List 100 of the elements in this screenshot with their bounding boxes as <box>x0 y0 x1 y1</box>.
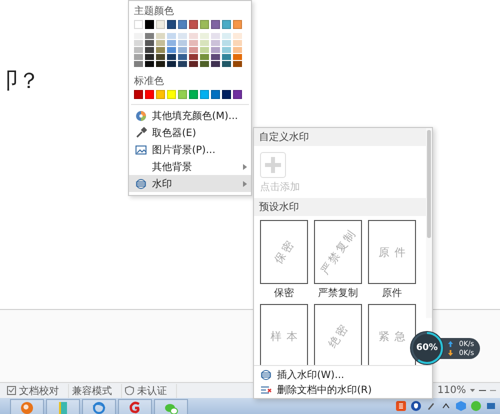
color-swatch[interactable] <box>222 40 231 46</box>
color-swatch[interactable] <box>156 47 165 53</box>
color-swatch[interactable] <box>189 20 198 29</box>
color-swatch[interactable] <box>233 61 242 67</box>
zoom-out-icon[interactable] <box>479 389 486 392</box>
color-swatch[interactable] <box>178 33 187 39</box>
color-swatch[interactable] <box>134 33 143 39</box>
menu-item[interactable]: 其他填充颜色(M)... <box>129 107 251 124</box>
color-swatch[interactable] <box>167 33 176 39</box>
speed-meter[interactable]: 60% <box>410 331 444 365</box>
status-item[interactable]: 未认证 <box>137 384 167 398</box>
color-swatch[interactable] <box>211 20 220 29</box>
color-swatch[interactable] <box>200 47 209 53</box>
menu-item[interactable]: 水印 <box>129 175 251 192</box>
color-swatch[interactable] <box>178 40 187 46</box>
color-swatch[interactable] <box>167 20 176 29</box>
shield-icon[interactable] <box>411 401 421 411</box>
color-swatch[interactable] <box>134 40 143 46</box>
color-swatch[interactable] <box>134 54 143 60</box>
color-swatch[interactable] <box>167 61 176 67</box>
color-swatch[interactable] <box>178 47 187 53</box>
color-swatch[interactable] <box>156 40 165 46</box>
color-swatch[interactable] <box>233 54 242 60</box>
color-swatch[interactable] <box>145 40 154 46</box>
document-check-icon[interactable] <box>7 386 16 395</box>
color-swatch[interactable] <box>178 54 187 60</box>
add-watermark-button[interactable] <box>260 152 286 178</box>
color-swatch[interactable] <box>189 54 198 60</box>
status-item[interactable]: 文档校对 <box>19 384 59 398</box>
color-swatch[interactable] <box>200 54 209 60</box>
color-swatch[interactable] <box>189 40 198 46</box>
color-swatch[interactable] <box>222 61 231 67</box>
color-swatch[interactable] <box>145 61 154 67</box>
caret-icon[interactable] <box>470 389 475 392</box>
input-method-icon[interactable] <box>396 401 406 411</box>
color-swatch[interactable] <box>211 54 220 60</box>
color-swatch[interactable] <box>167 40 176 46</box>
color-swatch[interactable] <box>178 90 187 99</box>
color-swatch[interactable] <box>211 33 220 39</box>
color-swatch[interactable] <box>200 33 209 39</box>
color-swatch[interactable] <box>145 33 154 39</box>
color-swatch[interactable] <box>189 47 198 53</box>
color-swatch[interactable] <box>200 20 209 29</box>
percent-text: 60% <box>416 343 438 353</box>
caret-icon[interactable] <box>441 401 451 411</box>
color-swatch[interactable] <box>145 54 154 60</box>
color-swatch[interactable] <box>134 61 143 67</box>
color-swatch[interactable] <box>200 40 209 46</box>
color-swatch[interactable] <box>145 20 154 29</box>
color-swatch[interactable] <box>222 90 231 99</box>
color-swatch[interactable] <box>156 90 165 99</box>
menu-item[interactable]: 插入水印(W)... <box>254 367 432 382</box>
color-swatch[interactable] <box>134 47 143 53</box>
zoom-level[interactable]: 110% <box>437 385 466 396</box>
color-swatch[interactable] <box>222 54 231 60</box>
color-swatch[interactable] <box>233 33 242 39</box>
color-swatch[interactable] <box>222 20 231 29</box>
shield-icon[interactable] <box>125 386 134 395</box>
color-swatch[interactable] <box>189 61 198 67</box>
color-swatch[interactable] <box>156 33 165 39</box>
chat-bubble-icon[interactable] <box>471 401 481 411</box>
color-swatch[interactable] <box>233 20 242 29</box>
circle-app-icon[interactable] <box>20 400 34 414</box>
book-icon[interactable] <box>56 400 70 414</box>
swirl-icon[interactable] <box>128 400 142 414</box>
color-swatch[interactable] <box>156 20 165 29</box>
cube-icon[interactable] <box>456 401 466 411</box>
pen-icon[interactable] <box>426 401 436 411</box>
globe-icon[interactable] <box>92 400 106 414</box>
status-item[interactable]: 兼容模式 <box>72 384 112 398</box>
color-swatch[interactable] <box>233 40 242 46</box>
color-swatch[interactable] <box>145 90 154 99</box>
color-swatch[interactable] <box>167 90 176 99</box>
color-swatch[interactable] <box>222 33 231 39</box>
color-swatch[interactable] <box>145 47 154 53</box>
color-swatch[interactable] <box>233 47 242 53</box>
menu-item[interactable]: 图片背景(P)... <box>129 141 251 158</box>
color-swatch[interactable] <box>200 90 209 99</box>
menu-item[interactable]: 其他背景 <box>129 158 251 175</box>
color-swatch[interactable] <box>167 54 176 60</box>
color-swatch[interactable] <box>134 90 143 99</box>
color-swatch[interactable] <box>156 54 165 60</box>
color-swatch[interactable] <box>211 47 220 53</box>
color-swatch[interactable] <box>200 61 209 67</box>
menu-item[interactable]: 删除文档中的水印(R) <box>254 382 432 397</box>
color-swatch[interactable] <box>233 90 242 99</box>
color-swatch[interactable] <box>178 61 187 67</box>
color-swatch[interactable] <box>211 61 220 67</box>
color-swatch[interactable] <box>134 20 143 29</box>
color-swatch[interactable] <box>178 20 187 29</box>
color-swatch[interactable] <box>211 90 220 99</box>
color-swatch[interactable] <box>189 90 198 99</box>
menu-item[interactable]: 取色器(E) <box>129 124 251 141</box>
color-swatch[interactable] <box>156 61 165 67</box>
scrollbar[interactable] <box>426 128 432 318</box>
color-swatch[interactable] <box>189 33 198 39</box>
color-swatch[interactable] <box>167 47 176 53</box>
color-swatch[interactable] <box>211 40 220 46</box>
network-icon[interactable] <box>486 401 496 411</box>
color-swatch[interactable] <box>222 47 231 53</box>
